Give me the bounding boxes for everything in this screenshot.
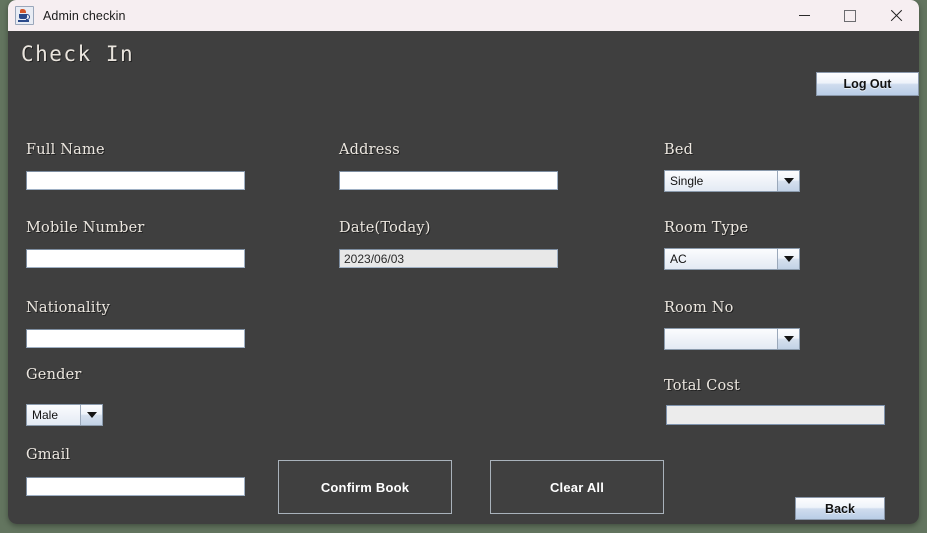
gmail-input[interactable] (26, 477, 245, 496)
logout-button[interactable]: Log Out (816, 72, 919, 96)
room-type-select[interactable]: AC (664, 248, 800, 270)
page-title: Check In (21, 42, 135, 66)
room-type-label: Room Type (664, 220, 749, 236)
minimize-icon (798, 15, 810, 16)
total-cost-label: Total Cost (664, 378, 741, 394)
total-cost-input[interactable] (666, 405, 885, 425)
desktop-background: Admin checkin Check In Log Out Full Name (0, 0, 927, 533)
confirm-book-button[interactable]: Confirm Book (278, 460, 452, 514)
maximize-icon (844, 9, 856, 22)
window-controls (781, 0, 919, 31)
mobile-number-input[interactable] (26, 249, 245, 268)
gender-select[interactable]: Male (26, 404, 103, 426)
chevron-down-icon[interactable] (778, 249, 799, 269)
room-no-selected-value (665, 329, 778, 349)
bed-selected-value: Single (665, 171, 778, 191)
nationality-label: Nationality (26, 300, 111, 316)
date-today-label: Date(Today) (339, 220, 431, 236)
bed-select[interactable]: Single (664, 170, 800, 192)
window-title: Admin checkin (43, 8, 126, 23)
bed-label: Bed (664, 142, 694, 158)
mobile-number-label: Mobile Number (26, 220, 145, 236)
date-today-input[interactable] (339, 249, 558, 268)
close-icon (890, 9, 903, 22)
title-bar[interactable]: Admin checkin (8, 0, 919, 31)
back-button[interactable]: Back (795, 497, 885, 520)
chevron-down-icon[interactable] (778, 171, 799, 191)
nationality-input[interactable] (26, 329, 245, 348)
address-label: Address (339, 142, 400, 158)
room-no-label: Room No (664, 300, 734, 316)
gender-selected-value: Male (27, 405, 81, 425)
maximize-button[interactable] (827, 0, 873, 31)
clear-all-button[interactable]: Clear All (490, 460, 664, 514)
application-window: Admin checkin Check In Log Out Full Name (8, 0, 919, 524)
check-in-panel: Check In Log Out Full Name Mobile Number… (8, 31, 919, 524)
gmail-label: Gmail (26, 447, 71, 463)
chevron-down-icon[interactable] (81, 405, 102, 425)
chevron-down-icon[interactable] (778, 329, 799, 349)
java-coffee-cup-icon (15, 6, 34, 25)
room-type-selected-value: AC (665, 249, 778, 269)
address-input[interactable] (339, 171, 558, 190)
room-no-select[interactable] (664, 328, 800, 350)
full-name-input[interactable] (26, 171, 245, 190)
gender-label: Gender (26, 367, 82, 383)
minimize-button[interactable] (781, 0, 827, 31)
close-button[interactable] (873, 0, 919, 31)
full-name-label: Full Name (26, 142, 105, 158)
